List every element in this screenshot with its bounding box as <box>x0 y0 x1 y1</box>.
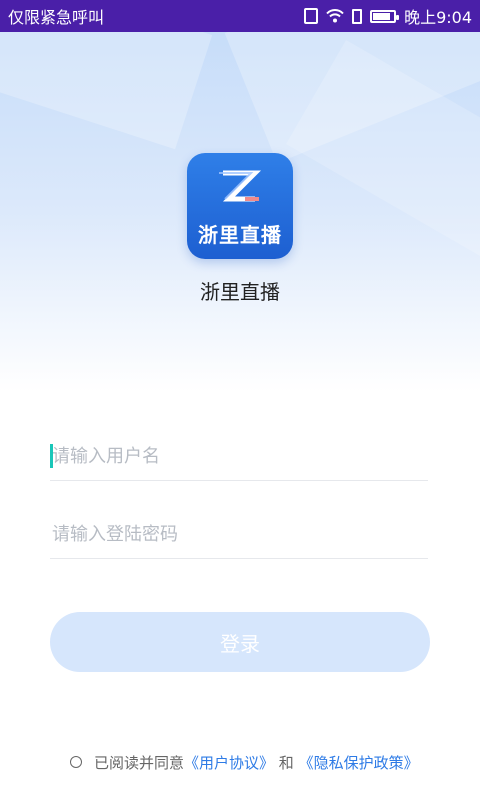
header-background: 浙里直播 浙里直播 <box>0 32 480 392</box>
user-agreement-link[interactable]: 《用户协议》 <box>184 752 274 773</box>
agreement-prefix: 已阅读并同意 <box>94 753 185 772</box>
agree-radio[interactable] <box>70 756 82 768</box>
sim-alert-icon <box>352 8 363 24</box>
carrier-text: 仅限紧急呼叫 <box>8 8 105 27</box>
logo-text: 浙里直播 <box>198 222 282 247</box>
status-icons: 晚上9:04 <box>304 4 472 28</box>
wifi-icon <box>326 9 344 23</box>
login-button[interactable]: 登录 <box>50 612 430 672</box>
app-name: 浙里直播 <box>200 280 280 304</box>
app-logo: 浙里直播 <box>187 153 293 259</box>
username-input[interactable] <box>50 445 428 467</box>
password-input[interactable] <box>50 523 428 545</box>
battery-level <box>373 12 391 20</box>
agreement-and: 和 <box>274 753 299 772</box>
password-field[interactable] <box>50 510 428 559</box>
vibrate-icon <box>304 8 319 24</box>
privacy-policy-link[interactable]: 《隐私保护政策》 <box>299 752 419 773</box>
username-field[interactable] <box>50 432 428 481</box>
status-bar: 仅限紧急呼叫 晚上9:04 <box>0 0 480 32</box>
z-logo-icon <box>219 170 262 201</box>
status-time: 晚上9:04 <box>404 8 472 27</box>
text-cursor <box>50 444 53 468</box>
battery-icon <box>370 9 400 23</box>
agreement-row: 已阅读并同意 《用户协议》 和 《隐私保护政策》 <box>70 752 419 772</box>
